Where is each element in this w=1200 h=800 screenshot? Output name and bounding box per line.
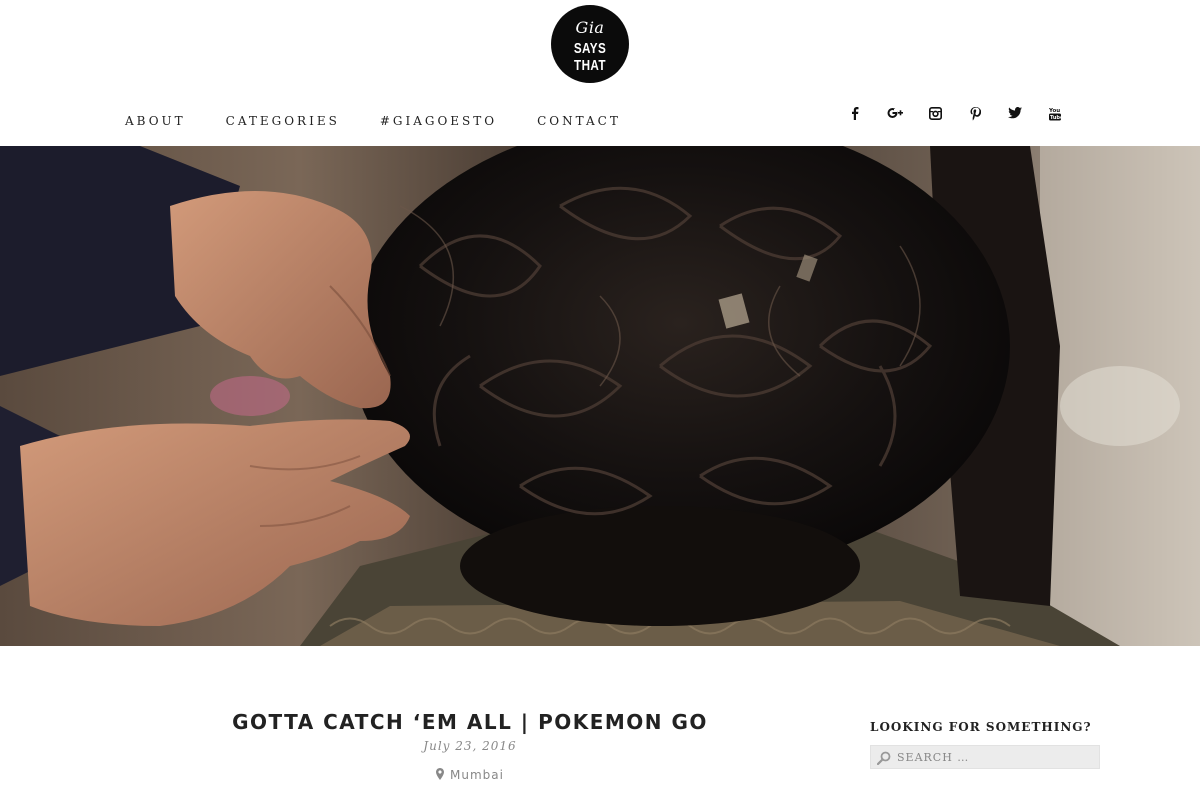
search-icon — [876, 750, 891, 769]
instagram-icon[interactable] — [926, 104, 944, 122]
hero-image — [0, 146, 1200, 646]
map-pin-icon — [436, 768, 445, 783]
facebook-icon[interactable] — [846, 104, 864, 122]
post-location: Mumbai — [200, 768, 740, 783]
logo-script-text: Gia — [575, 18, 605, 37]
main-nav: ABOUT CATEGORIES #GIAGOESTO CONTACT — [125, 113, 661, 129]
youtube-icon[interactable]: YouTube — [1046, 104, 1064, 122]
social-links: YouTube — [846, 104, 1086, 122]
nav-item-about[interactable]: ABOUT — [125, 113, 186, 129]
site-logo[interactable]: Gia SAYS THAT — [551, 5, 629, 83]
post-title[interactable]: GOTTA CATCH ‘EM ALL | POKEMON GO — [200, 710, 740, 734]
location-text[interactable]: Mumbai — [450, 768, 504, 782]
search-box — [870, 745, 1100, 769]
post-date: July 23, 2016 — [423, 739, 517, 753]
svg-text:Tube: Tube — [1050, 115, 1061, 121]
pinterest-icon[interactable] — [966, 104, 984, 122]
search-input[interactable] — [897, 748, 1097, 766]
svg-text:You: You — [1049, 108, 1060, 114]
nav-item-categories[interactable]: CATEGORIES — [226, 113, 340, 129]
nav-item-contact[interactable]: CONTACT — [537, 113, 621, 129]
logo-block-text: SAYS THAT — [573, 40, 607, 74]
google-plus-icon[interactable] — [886, 104, 904, 122]
search-widget-title: LOOKING FOR SOMETHING? — [870, 720, 1092, 734]
twitter-icon[interactable] — [1006, 104, 1024, 122]
nav-item-giagoesto[interactable]: #GIAGOESTO — [380, 113, 497, 129]
